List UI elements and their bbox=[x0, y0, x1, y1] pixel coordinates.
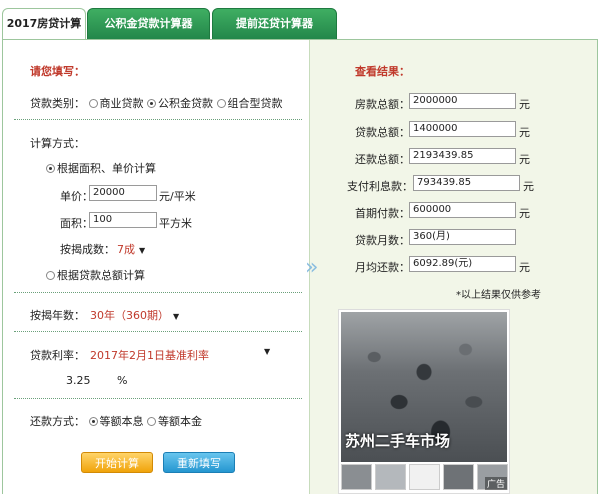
result-value: 1400000 bbox=[409, 121, 516, 137]
repay-method-row: 还款方式： 等额本息 等额本金 bbox=[30, 413, 202, 429]
triangle-down-icon: ▼ bbox=[173, 312, 180, 321]
rate-label: 贷款利率： bbox=[30, 349, 85, 362]
result-unit: 元 bbox=[519, 98, 530, 111]
results-note: *以上结果仅供参考 bbox=[456, 290, 541, 301]
ratio-label: 按揭成数： bbox=[60, 243, 115, 256]
radio-equal-principal[interactable]: 等额本金 bbox=[147, 415, 202, 428]
result-label: 贷款总额： bbox=[355, 126, 410, 139]
result-label: 支付利息款： bbox=[347, 180, 413, 193]
divider bbox=[14, 119, 302, 120]
loan-type-label: 贷款类别： bbox=[30, 97, 85, 110]
result-unit: 元 bbox=[519, 261, 530, 274]
result-unit: 元 bbox=[519, 126, 530, 139]
ad-thumbnails bbox=[341, 464, 508, 492]
tab-house-loan-calculator[interactable]: 2017房贷计算器 bbox=[2, 8, 86, 60]
result-value: 360(月) bbox=[409, 229, 516, 245]
calc-method-label: 计算方式： bbox=[30, 137, 85, 150]
rate-number[interactable]: 3.25 bbox=[66, 374, 91, 387]
ad-thumbnail[interactable] bbox=[443, 464, 474, 490]
result-value: 2000000 bbox=[409, 93, 516, 109]
tab-bar: 2017房贷计算器 公积金贷款计算器 提前还贷计算器 bbox=[0, 0, 600, 60]
result-unit: 元 bbox=[523, 180, 534, 193]
unit-price-input[interactable]: 20000 bbox=[89, 185, 157, 201]
result-unit: 元 bbox=[519, 207, 530, 220]
ratio-select[interactable]: 7成 ▼ bbox=[117, 241, 145, 257]
triangle-down-icon: ▼ bbox=[139, 246, 146, 255]
rate-select[interactable]: 2017年2月1日基准利率 bbox=[90, 347, 209, 363]
area-unit: 平方米 bbox=[159, 217, 192, 230]
start-calculation-button[interactable]: 开始计算 bbox=[81, 452, 153, 473]
unit-price-unit: 元/平米 bbox=[159, 190, 196, 203]
tab-prepayment-calculator[interactable]: 提前还贷计算器 bbox=[212, 8, 337, 40]
form-title: 请您填写： bbox=[30, 65, 85, 78]
divider bbox=[14, 398, 302, 399]
ad-thumbnail[interactable] bbox=[375, 464, 406, 490]
radio-calc-by-area[interactable]: 根据面积、单价计算 bbox=[46, 160, 156, 176]
result-value: 600000 bbox=[409, 202, 516, 218]
result-unit: 元 bbox=[519, 153, 530, 166]
repay-method-label: 还款方式： bbox=[30, 415, 85, 428]
rate-unit: % bbox=[117, 374, 128, 387]
radio-calc-by-total[interactable]: 根据贷款总额计算 bbox=[46, 267, 145, 283]
divider bbox=[14, 292, 302, 293]
result-label: 首期付款： bbox=[355, 207, 410, 220]
result-value: 6092.89(元) bbox=[409, 256, 516, 272]
reset-button[interactable]: 重新填写 bbox=[163, 452, 235, 473]
result-label: 房款总额： bbox=[355, 98, 410, 111]
result-value: 793439.85 bbox=[413, 175, 520, 191]
result-label: 还款总额： bbox=[355, 153, 410, 166]
tab-provident-fund-calculator[interactable]: 公积金贷款计算器 bbox=[87, 8, 210, 40]
radio-equal-installment[interactable]: 等额本息 bbox=[88, 415, 144, 428]
results-title: 查看结果： bbox=[355, 65, 410, 78]
years-label: 按揭年数： bbox=[30, 309, 85, 322]
ad-caption[interactable]: 苏州二手车市场 bbox=[345, 430, 450, 451]
ad-banner[interactable]: 苏州二手车市场 广告 bbox=[338, 309, 510, 494]
ad-thumbnail[interactable] bbox=[341, 464, 372, 490]
double-chevron-right-icon: » bbox=[305, 255, 319, 280]
radio-commercial-loan[interactable]: 商业贷款 bbox=[88, 97, 144, 110]
loan-type-row: 贷款类别： 商业贷款 公积金贷款 组合型贷款 bbox=[30, 95, 283, 111]
triangle-down-icon[interactable]: ▼ bbox=[264, 347, 270, 356]
result-label: 月均还款： bbox=[355, 261, 410, 274]
radio-combined-loan[interactable]: 组合型贷款 bbox=[216, 97, 283, 110]
divider bbox=[14, 331, 302, 332]
ad-tag: 广告 bbox=[484, 477, 507, 490]
result-value: 2193439.85 bbox=[409, 148, 516, 164]
area-input[interactable]: 100 bbox=[89, 212, 157, 228]
result-label: 贷款月数： bbox=[355, 234, 410, 247]
ad-thumbnail[interactable] bbox=[409, 464, 440, 490]
radio-provident-fund-loan[interactable]: 公积金贷款 bbox=[147, 97, 213, 110]
years-select[interactable]: 30年（360期） ▼ bbox=[90, 307, 179, 323]
